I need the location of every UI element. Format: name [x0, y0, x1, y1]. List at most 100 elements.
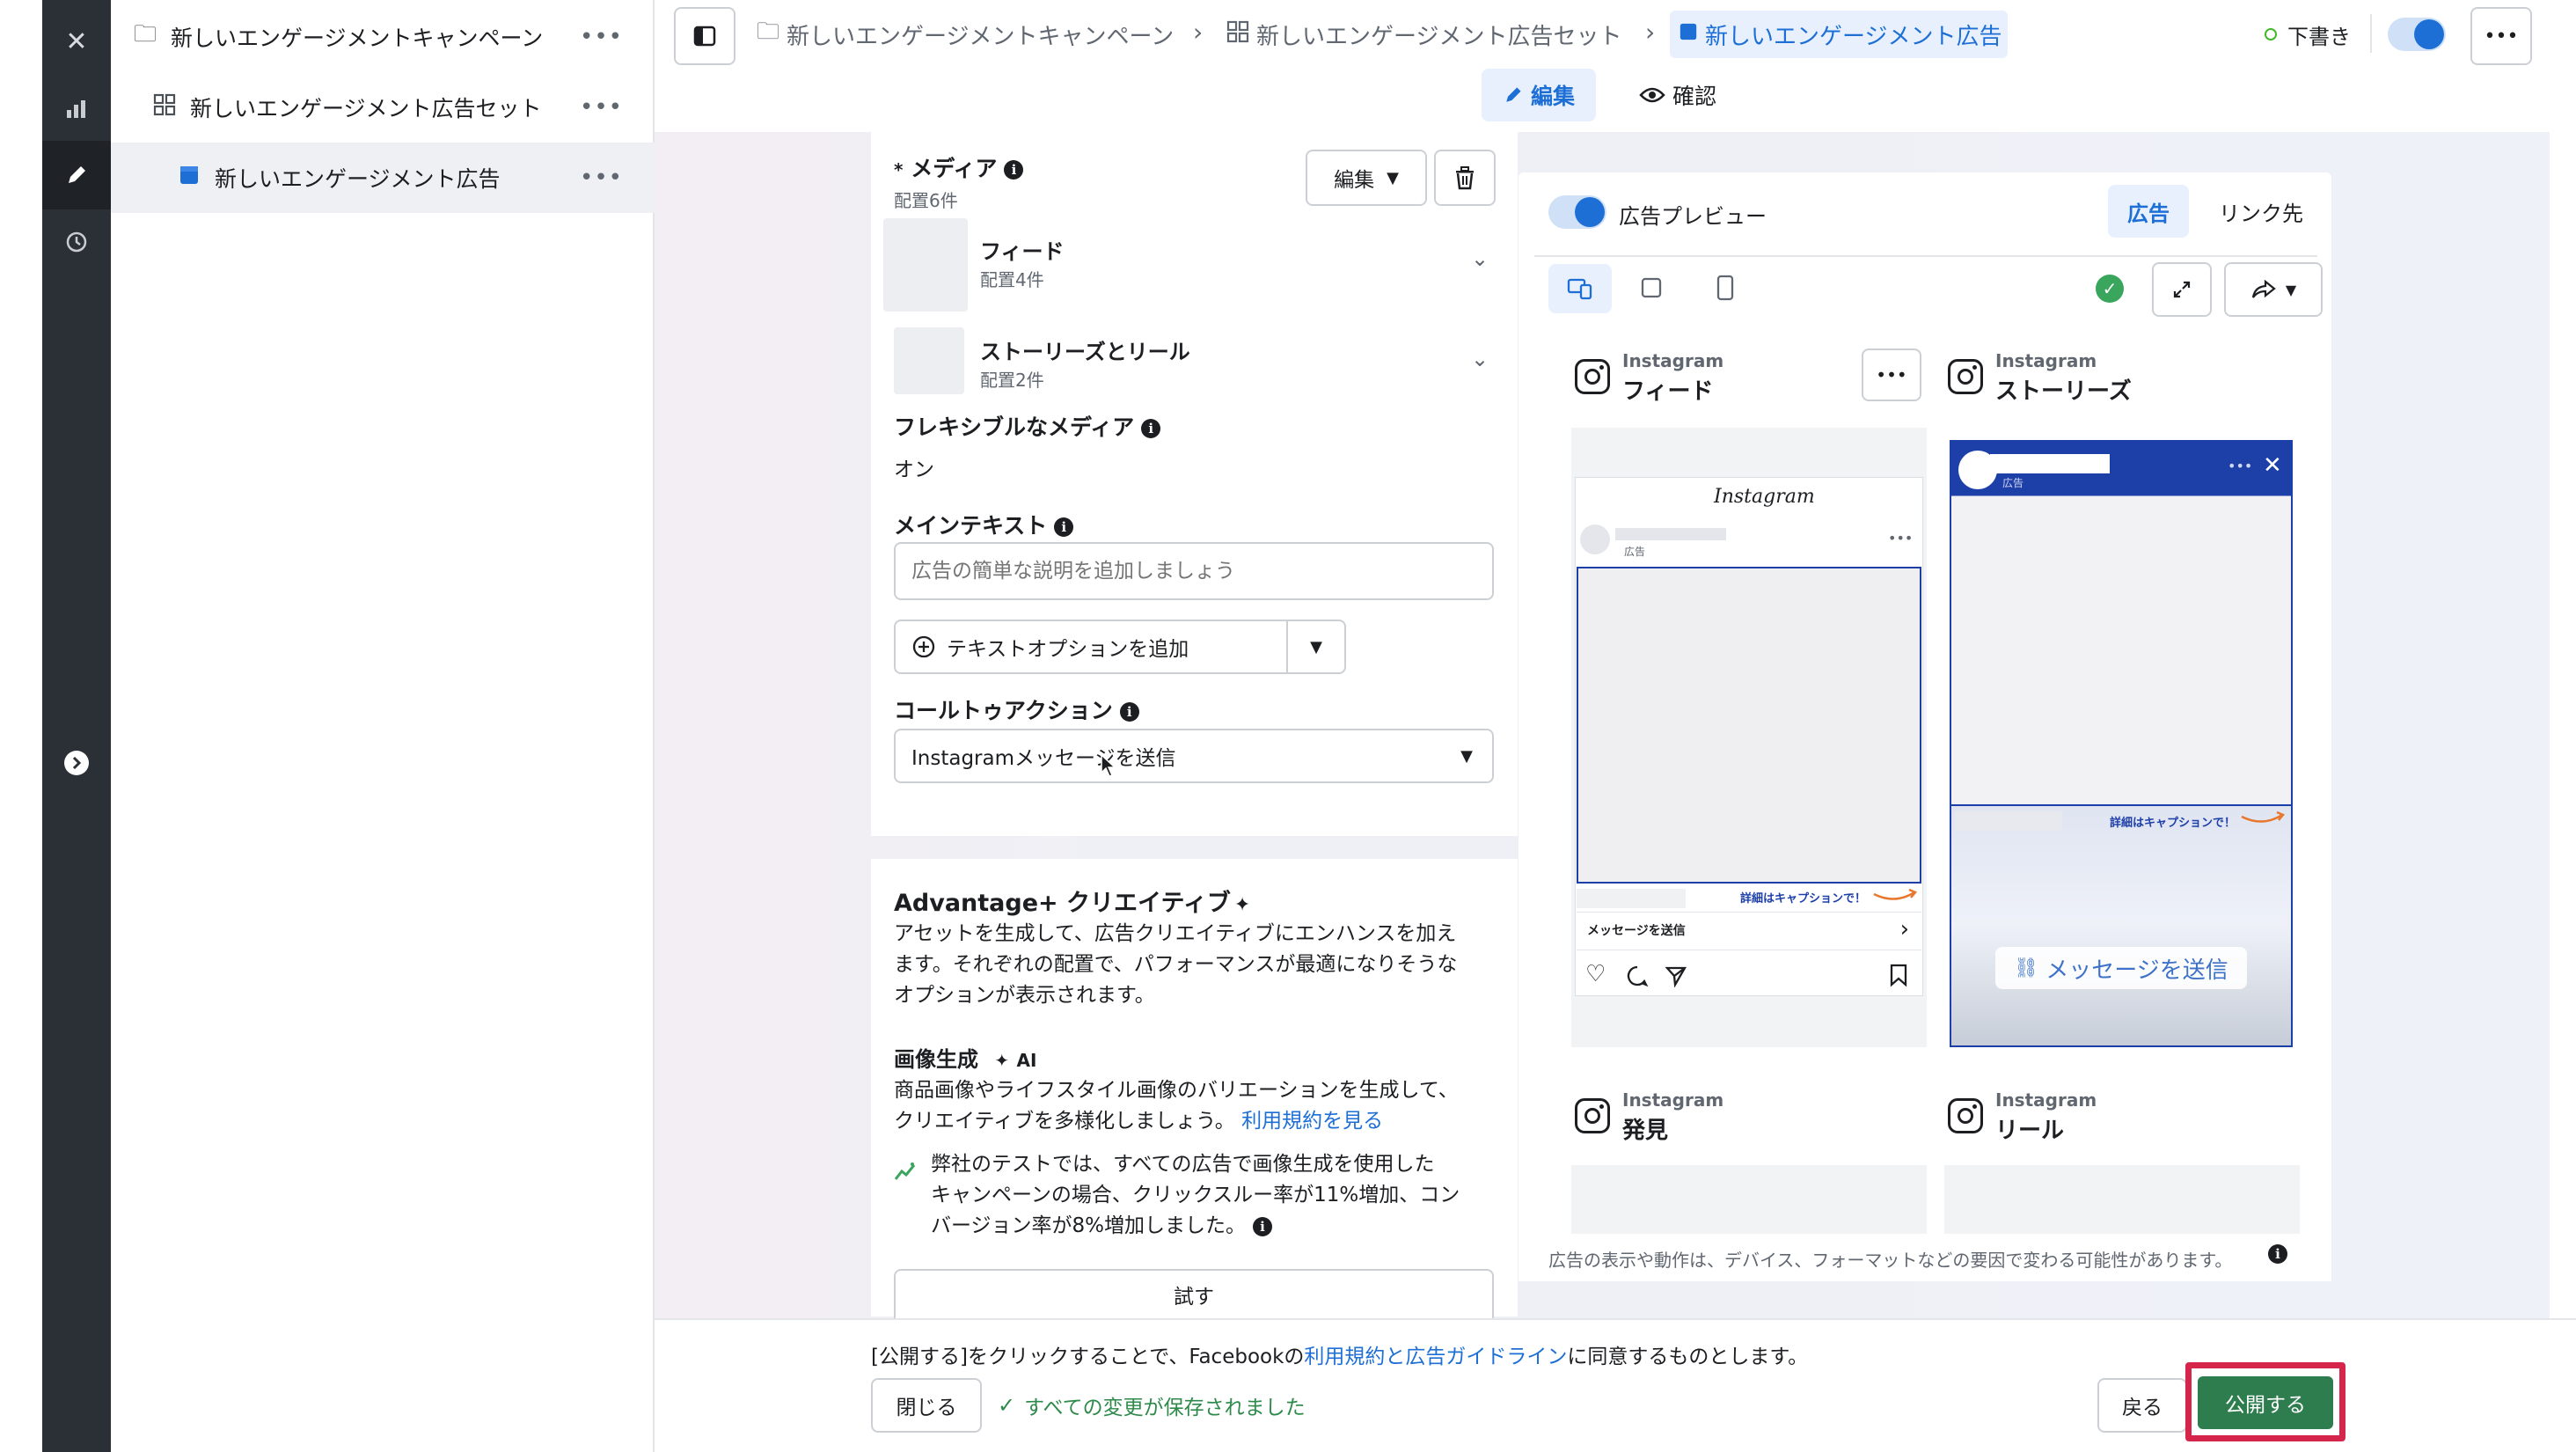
caret-down-icon: ▼ — [1387, 168, 1399, 187]
tab-edit[interactable]: 編集 — [1482, 69, 1596, 121]
placement-label-feed: フィード — [1622, 378, 1714, 405]
tree-item-adset[interactable]: 新しいエンゲージメント広告セット ••• — [111, 72, 655, 143]
share-button[interactable]: ▼ — [2224, 262, 2323, 317]
multi-device-icon — [1567, 278, 1592, 300]
tab-preview-link[interactable]: リンク先 — [2199, 185, 2323, 238]
pencil-icon[interactable] — [42, 141, 111, 209]
platform-label: Instagram — [1995, 1089, 2097, 1111]
view-all-devices-button[interactable] — [1548, 264, 1612, 313]
instagram-icon — [1948, 359, 1983, 394]
info-icon[interactable]: i — [2268, 1244, 2287, 1264]
ad-preview-toggle[interactable] — [1548, 195, 1606, 229]
breadcrumb-ad[interactable]: 新しいエンゲージメント広告 — [1679, 19, 2002, 50]
save-status: ✓ すべての変更が保存されました — [998, 1393, 1306, 1419]
tab-label: 確認 — [1672, 84, 1716, 109]
trend-icon — [894, 1160, 917, 1188]
folder-icon: 🗀 — [757, 18, 780, 45]
mouse-cursor-icon — [1101, 753, 1116, 777]
media-edit-button[interactable]: 編集 ▼ — [1306, 150, 1427, 206]
ai-badge: AI — [1016, 1050, 1037, 1071]
toggle-panel-button[interactable] — [674, 7, 735, 65]
grid-icon — [1226, 20, 1249, 49]
more-icon[interactable]: ••• — [580, 94, 623, 121]
avatar — [1580, 524, 1610, 554]
pencil-icon — [1506, 87, 1521, 102]
flexible-media-label: フレキシブルなメディア i — [894, 410, 1161, 442]
expand-arrow-icon[interactable] — [42, 729, 111, 797]
mode-toggle[interactable] — [2388, 18, 2446, 51]
terms-link[interactable]: 利用規約を見る — [1241, 1110, 1383, 1133]
eye-icon — [1639, 87, 1665, 103]
arrow-doodle-icon — [2241, 810, 2286, 823]
stories-placement-label: ストーリーズとリール — [980, 340, 1190, 364]
cta-label: コールトゥアクション i — [894, 693, 1139, 725]
breadcrumb-campaign[interactable]: 🗀 新しいエンゲージメントキャンペーン — [757, 18, 1175, 50]
terms-guidelines-link[interactable]: 利用規約と広告ガイドライン — [1304, 1346, 1567, 1368]
fullscreen-button[interactable] — [2152, 262, 2212, 317]
publish-button[interactable]: 公開する — [2198, 1376, 2333, 1429]
info-icon: i — [1119, 702, 1139, 722]
icon-rail: ✕ — [42, 0, 111, 1452]
more-options-button[interactable]: ••• — [2470, 7, 2532, 65]
breadcrumb-label: 新しいエンゲージメントキャンペーン — [787, 23, 1175, 50]
tree-item-campaign[interactable]: 🗀 新しいエンゲージメントキャンペーン ••• — [111, 2, 655, 72]
expand-icon — [2173, 281, 2191, 298]
feed-media-area — [1577, 567, 1921, 884]
more-icon[interactable]: ••• — [580, 165, 623, 191]
caption-hint: 詳細はキャプションで！ — [1740, 892, 1867, 906]
stories-cta-button[interactable]: ⛓ メッセージを送信 — [1995, 947, 2247, 989]
instagram-icon — [1575, 1098, 1610, 1133]
tab-review[interactable]: 確認 — [1621, 69, 1735, 121]
stories-media-thumbnail[interactable] — [894, 327, 964, 394]
plus-circle-icon — [912, 635, 935, 658]
desktop-view-button[interactable] — [1636, 273, 1666, 303]
divider — [2370, 14, 2372, 53]
button-label: 戻る — [2122, 1397, 2163, 1419]
breadcrumb-adset[interactable]: 新しいエンゲージメント広告セット — [1226, 19, 1621, 50]
chevron-down-icon[interactable]: ⌄ — [1471, 246, 1489, 271]
mobile-view-button[interactable] — [1710, 271, 1740, 304]
tree-item-ad[interactable]: 新しいエンゲージメント広告 ••• — [111, 143, 655, 213]
close-icon[interactable]: ✕ — [42, 7, 111, 76]
close-button[interactable]: 閉じる — [871, 1378, 982, 1433]
chevron-right-icon: › — [1193, 18, 1204, 47]
cta-selected-value: Instagramメッセージを送信 — [911, 747, 1176, 770]
phone-icon — [1716, 275, 1734, 301]
more-icon[interactable]: ••• — [580, 24, 623, 50]
chart-icon[interactable] — [42, 74, 111, 143]
instagram-icon — [1948, 1098, 1983, 1133]
explore-preview-frame[interactable] — [1571, 1165, 1927, 1236]
chevron-right-icon: › — [1899, 916, 1909, 942]
ad-preview-label: 広告プレビュー — [1619, 204, 1767, 229]
delete-media-button[interactable] — [1434, 150, 1496, 206]
feed-media-thumbnail[interactable] — [883, 218, 968, 312]
add-text-option-button[interactable]: テキストオプションを追加 — [894, 620, 1288, 674]
check-circle-icon: ✓ — [2096, 275, 2124, 303]
chevron-down-icon[interactable]: ⌄ — [1471, 347, 1489, 371]
button-label: 試す — [1174, 1286, 1214, 1309]
divider — [1534, 255, 2317, 257]
account-name-placeholder — [1990, 454, 2110, 473]
more-icon: ••• — [1888, 530, 1914, 546]
tree-item-label: 新しいエンゲージメントキャンペーン — [171, 26, 544, 51]
instagram-icon — [1575, 359, 1610, 394]
draft-status-icon — [2265, 28, 2277, 40]
info-icon: i — [1054, 517, 1074, 537]
grid-icon — [151, 93, 178, 122]
try-button[interactable]: 試す — [894, 1269, 1494, 1318]
tab-preview-ad[interactable]: 広告 — [2108, 185, 2189, 238]
feed-cta-bar[interactable]: メッセージを送信 › — [1577, 912, 1921, 950]
back-button[interactable]: 戻る — [2097, 1378, 2187, 1433]
main-text-input[interactable] — [894, 542, 1494, 600]
caption-hint: 詳細はキャプションで！ — [2110, 817, 2236, 830]
reels-preview-frame[interactable] — [1944, 1165, 2300, 1236]
bookmark-icon — [1890, 964, 1907, 987]
feed-options-button[interactable]: ••• — [1862, 348, 1921, 401]
check-icon: ✓ — [998, 1393, 1016, 1418]
clock-icon[interactable] — [42, 208, 111, 276]
image-generation-description: 商品画像やライフスタイル画像のバリエーションを生成して、 クリエイティブを多様化… — [894, 1079, 1459, 1133]
text-option-dropdown[interactable]: ▼ — [1286, 620, 1346, 674]
info-icon: i — [1253, 1216, 1273, 1236]
cta-select[interactable]: Instagramメッセージを送信 ▼ — [894, 729, 1494, 783]
status-badge: 下書き — [2287, 25, 2351, 49]
